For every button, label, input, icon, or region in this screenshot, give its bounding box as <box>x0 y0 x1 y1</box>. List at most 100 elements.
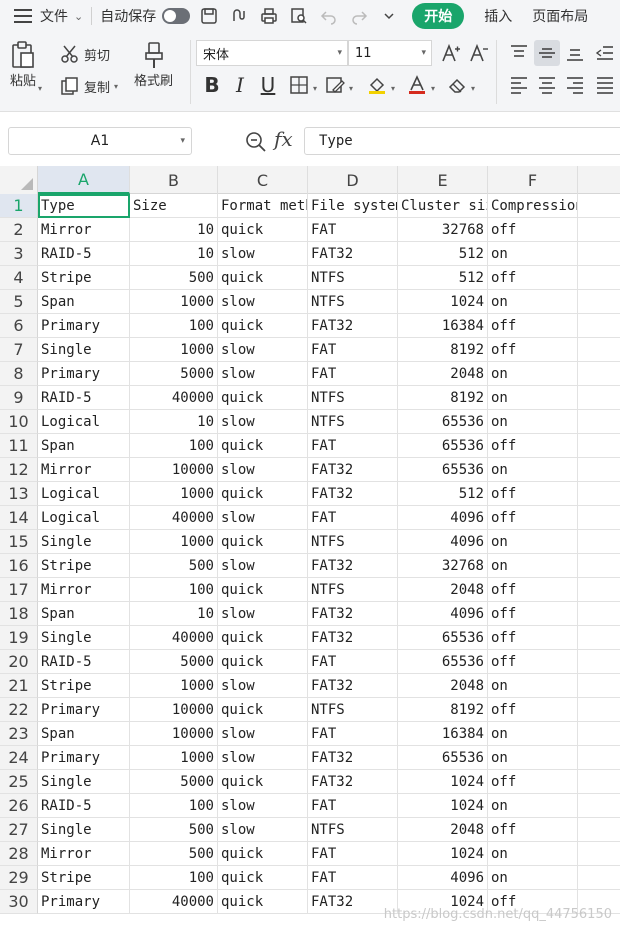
row-number[interactable]: 17 <box>0 578 38 602</box>
cut-button[interactable]: 剪切 <box>60 44 110 64</box>
table-cell[interactable] <box>578 194 620 218</box>
table-cell[interactable] <box>578 458 620 482</box>
table-cell[interactable]: FAT32 <box>308 242 398 266</box>
table-cell[interactable] <box>578 338 620 362</box>
table-cell[interactable]: FAT <box>308 842 398 866</box>
table-cell[interactable]: RAID-5 <box>38 794 130 818</box>
table-cell[interactable]: off <box>488 698 578 722</box>
table-cell[interactable]: quick <box>218 386 308 410</box>
table-cell[interactable]: 8192 <box>398 338 488 362</box>
table-cell[interactable]: NTFS <box>308 266 398 290</box>
table-cell[interactable]: off <box>488 218 578 242</box>
table-cell[interactable] <box>578 770 620 794</box>
row-number[interactable]: 28 <box>0 842 38 866</box>
table-cell[interactable]: 512 <box>398 482 488 506</box>
table-cell[interactable]: 5000 <box>130 770 218 794</box>
table-cell[interactable]: 2048 <box>398 674 488 698</box>
row-number[interactable]: 5 <box>0 290 38 314</box>
table-cell[interactable]: 1000 <box>130 746 218 770</box>
save-icon[interactable] <box>198 5 220 27</box>
justify-button[interactable] <box>592 72 618 98</box>
column-header-b[interactable]: B <box>130 166 218 194</box>
table-cell[interactable] <box>578 506 620 530</box>
print-preview-icon[interactable] <box>288 5 310 27</box>
table-cell[interactable]: 100 <box>130 434 218 458</box>
column-header-c[interactable]: C <box>218 166 308 194</box>
table-cell[interactable]: slow <box>218 362 308 386</box>
table-cell[interactable]: FAT <box>308 362 398 386</box>
table-cell[interactable]: on <box>488 842 578 866</box>
table-cell[interactable]: on <box>488 242 578 266</box>
row-number[interactable]: 9 <box>0 386 38 410</box>
table-cell[interactable]: 65536 <box>398 410 488 434</box>
paste-dropdown-icon[interactable]: ▾ <box>38 84 42 93</box>
table-cell[interactable]: Logical <box>38 506 130 530</box>
table-cell[interactable]: 65536 <box>398 434 488 458</box>
table-cell[interactable]: on <box>488 794 578 818</box>
table-cell[interactable]: 100 <box>130 866 218 890</box>
table-cell[interactable]: off <box>488 626 578 650</box>
table-cell[interactable]: quick <box>218 434 308 458</box>
fill-color-button[interactable] <box>364 72 390 98</box>
table-cell[interactable]: 512 <box>398 266 488 290</box>
header-cell[interactable]: Cluster size <box>398 194 488 218</box>
increase-font-size-button[interactable] <box>438 40 464 66</box>
table-cell[interactable]: slow <box>218 602 308 626</box>
table-cell[interactable]: on <box>488 362 578 386</box>
table-cell[interactable]: Primary <box>38 362 130 386</box>
table-cell[interactable]: quick <box>218 890 308 914</box>
table-cell[interactable]: 40000 <box>130 386 218 410</box>
table-cell[interactable]: NTFS <box>308 290 398 314</box>
table-cell[interactable]: quick <box>218 770 308 794</box>
tab-page-layout[interactable]: 页面布局 <box>532 6 588 26</box>
table-cell[interactable]: on <box>488 458 578 482</box>
hamburger-menu-icon[interactable] <box>14 9 32 23</box>
table-cell[interactable]: slow <box>218 746 308 770</box>
table-cell[interactable]: Span <box>38 290 130 314</box>
table-cell[interactable]: FAT <box>308 722 398 746</box>
underline-button[interactable]: U <box>256 72 280 98</box>
table-cell[interactable]: Primary <box>38 698 130 722</box>
table-cell[interactable]: 10000 <box>130 458 218 482</box>
table-cell[interactable]: quick <box>218 842 308 866</box>
chevron-down-icon[interactable]: ⌄ <box>74 10 83 23</box>
row-number[interactable]: 27 <box>0 818 38 842</box>
table-cell[interactable]: 10000 <box>130 698 218 722</box>
table-cell[interactable]: off <box>488 434 578 458</box>
table-cell[interactable]: 40000 <box>130 890 218 914</box>
table-cell[interactable]: 8192 <box>398 386 488 410</box>
table-cell[interactable]: Logical <box>38 410 130 434</box>
table-cell[interactable] <box>578 842 620 866</box>
table-cell[interactable]: FAT32 <box>308 770 398 794</box>
table-cell[interactable]: slow <box>218 818 308 842</box>
row-number[interactable]: 4 <box>0 266 38 290</box>
paste-button[interactable]: 粘贴 <box>8 40 38 89</box>
table-cell[interactable]: 1024 <box>398 290 488 314</box>
table-cell[interactable]: 2048 <box>398 818 488 842</box>
table-cell[interactable] <box>578 434 620 458</box>
table-cell[interactable]: FAT <box>308 218 398 242</box>
row-number[interactable]: 13 <box>0 482 38 506</box>
table-cell[interactable]: quick <box>218 650 308 674</box>
table-cell[interactable]: 1000 <box>130 290 218 314</box>
table-cell[interactable]: off <box>488 578 578 602</box>
table-cell[interactable]: 32768 <box>398 218 488 242</box>
table-cell[interactable]: 2048 <box>398 578 488 602</box>
table-cell[interactable]: quick <box>218 218 308 242</box>
format-painter-button[interactable]: 格式刷 <box>134 40 173 89</box>
fill-color-dropdown-icon[interactable]: ▾ <box>391 84 395 93</box>
row-number[interactable]: 3 <box>0 242 38 266</box>
table-cell[interactable]: on <box>488 530 578 554</box>
table-cell[interactable]: slow <box>218 794 308 818</box>
table-cell[interactable]: 1024 <box>398 794 488 818</box>
table-cell[interactable]: FAT32 <box>308 458 398 482</box>
table-cell[interactable]: FAT32 <box>308 554 398 578</box>
table-cell[interactable]: Primary <box>38 314 130 338</box>
clear-format-dropdown-icon[interactable]: ▾ <box>471 84 475 93</box>
table-cell[interactable]: Span <box>38 434 130 458</box>
table-cell[interactable] <box>578 650 620 674</box>
cell-style-button[interactable] <box>322 72 348 98</box>
print-icon[interactable] <box>258 5 280 27</box>
table-cell[interactable]: 10000 <box>130 722 218 746</box>
font-color-dropdown-icon[interactable]: ▾ <box>431 84 435 93</box>
